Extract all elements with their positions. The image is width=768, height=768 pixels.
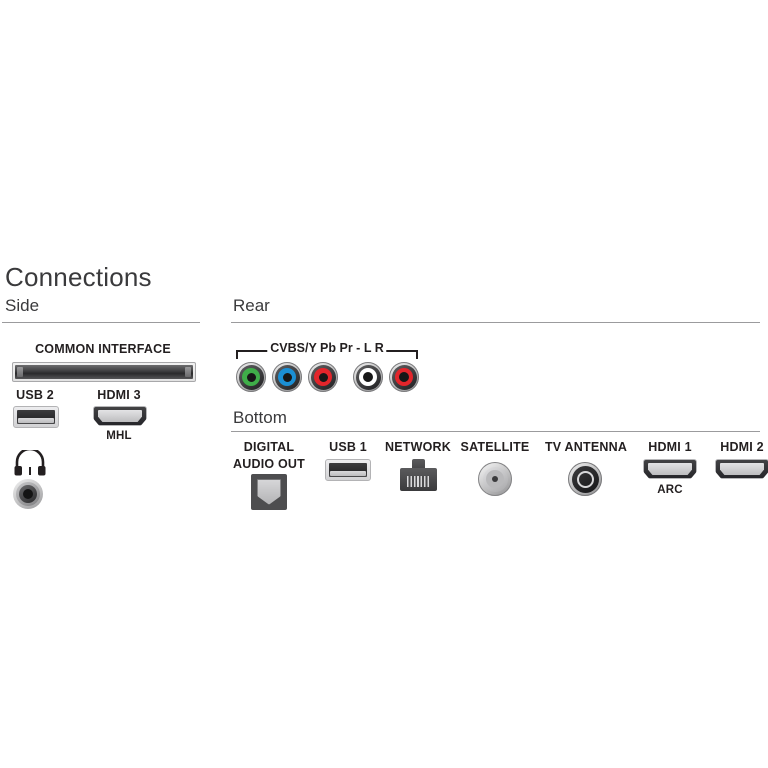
network-label: NETWORK xyxy=(385,440,451,454)
connections-diagram: Connections Side COMMON INTERFACE USB 2 … xyxy=(0,0,768,768)
section-heading-rear: Rear xyxy=(233,296,270,315)
hdmi1-arc-sublabel: ARC xyxy=(657,484,683,496)
cvbs-y-jack[interactable] xyxy=(236,362,266,392)
headphone-icon xyxy=(13,447,47,481)
audio-right-jack[interactable] xyxy=(389,362,419,392)
rj45-port-icon[interactable] xyxy=(400,459,437,491)
hdmi3-mhl-sublabel: MHL xyxy=(106,430,132,442)
ci-slot-icon[interactable] xyxy=(12,362,196,382)
hdmi-port-icon[interactable] xyxy=(93,406,147,426)
satellite-f-connector-icon[interactable] xyxy=(478,462,512,496)
section-rule-side xyxy=(2,322,200,323)
hdmi-port-icon[interactable] xyxy=(715,459,768,479)
cvbs-group-label: CVBS/Y Pb Pr - L R xyxy=(267,341,387,355)
optical-audio-icon[interactable] xyxy=(251,474,287,510)
hdmi1-label: HDMI 1 xyxy=(648,440,692,454)
cvbs-group-bracket: CVBS/Y Pb Pr - L R xyxy=(236,341,418,362)
section-rule-rear xyxy=(231,322,760,323)
audio-left-jack[interactable] xyxy=(353,362,383,392)
section-heading-bottom: Bottom xyxy=(233,408,287,427)
satellite-label: SATELLITE xyxy=(460,440,530,454)
usb-port-icon[interactable] xyxy=(13,406,59,428)
section-rule-bottom xyxy=(231,431,760,432)
tv-antenna-label: TV ANTENNA xyxy=(544,440,628,454)
section-heading-side: Side xyxy=(5,296,40,315)
usb1-label: USB 1 xyxy=(329,440,367,454)
pb-jack[interactable] xyxy=(272,362,302,392)
usb-port-icon[interactable] xyxy=(325,459,371,481)
usb2-label: USB 2 xyxy=(16,388,54,402)
page-title: Connections xyxy=(5,262,152,292)
digital-audio-out-label-1: DIGITAL xyxy=(243,440,295,454)
common-interface-label: COMMON INTERFACE xyxy=(35,342,171,356)
digital-audio-out-label-2: AUDIO OUT xyxy=(233,457,305,471)
pr-jack[interactable] xyxy=(308,362,338,392)
antenna-coax-icon[interactable] xyxy=(568,462,602,496)
hdmi3-label: HDMI 3 xyxy=(97,388,141,402)
hdmi-port-icon[interactable] xyxy=(643,459,697,479)
hdmi2-label: HDMI 2 xyxy=(720,440,764,454)
headphone-jack-icon[interactable] xyxy=(13,479,43,509)
